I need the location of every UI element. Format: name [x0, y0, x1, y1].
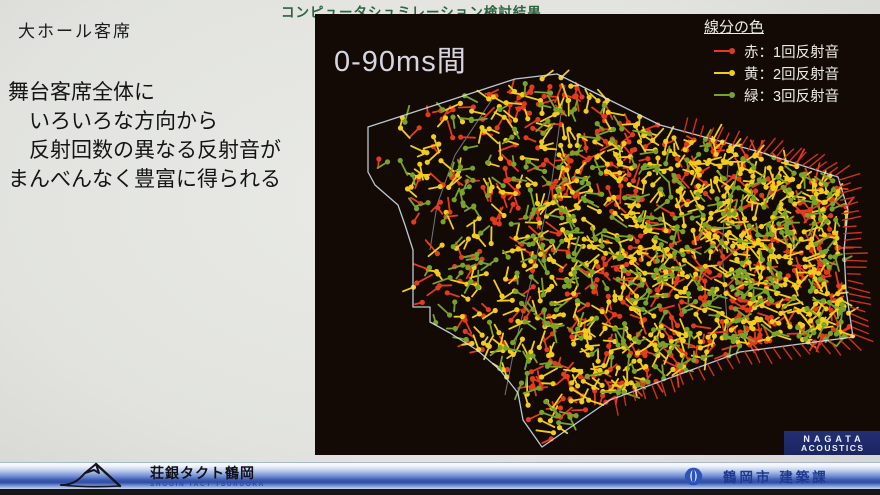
simulation-panel: 0-90ms間 線分の色 赤：1回反射音 黄：2回反射音	[315, 14, 880, 455]
legend-title: 線分の色	[704, 16, 870, 37]
legend-label-green: 緑：3回反射音	[744, 85, 839, 106]
nagata-logo-line2: ACOUSTICS	[799, 444, 864, 453]
yellow-arrow-icon	[712, 68, 738, 78]
legend-label-red: 赤：1回反射音	[744, 41, 839, 62]
city-department-label: 鶴岡市 建築課	[723, 466, 829, 486]
venue-logo-texts: 荘銀タクト鶴岡 SHOGIN TACT TSURUOKA	[150, 461, 265, 489]
paragraph-line-1: 舞台客席全体に	[8, 78, 281, 107]
slide-background: コンピュータシュミレーション検討結果 大ホール客席 舞台客席全体に いろいろな方…	[0, 0, 880, 495]
time-window-label: 0-90ms間	[334, 38, 467, 80]
paragraph-line-4: まんべんなく豊富に得られる	[8, 165, 281, 194]
venue-name: 荘銀タクト鶴岡	[150, 466, 265, 481]
description-paragraph: 舞台客席全体に いろいろな方向から 反射回数の異なる反射音が まんべんなく豊富に…	[8, 78, 281, 194]
legend-item-red: 赤：1回反射音	[698, 40, 870, 62]
nagata-acoustics-logo: NAGATA ACOUSTICS	[784, 431, 880, 455]
green-arrow-icon	[712, 90, 738, 100]
venue-logo: 荘銀タクト鶴岡 SHOGIN TACT TSURUOKA	[58, 461, 265, 491]
venue-name-roman: SHOGIN TACT TSURUOKA	[150, 481, 265, 489]
nagata-logo-line1: NAGATA	[799, 434, 864, 444]
legend-item-green: 緑：3回反射音	[698, 84, 870, 106]
photo-bottom-edge	[0, 489, 880, 495]
paragraph-line-2: いろいろな方向から	[8, 107, 281, 136]
hall-section-label: 大ホール客席	[18, 17, 132, 42]
paragraph-line-3: 反射回数の異なる反射音が	[8, 136, 281, 165]
legend-item-yellow: 黄：2回反射音	[698, 62, 870, 84]
mountain-logo-icon	[58, 461, 146, 491]
footer-bar: 荘銀タクト鶴岡 SHOGIN TACT TSURUOKA 鶴岡市 建築課	[0, 462, 880, 490]
city-emblem-icon	[684, 467, 703, 486]
legend-label-yellow: 黄：2回反射音	[744, 63, 839, 84]
legend: 線分の色 赤：1回反射音 黄：2回反射音	[698, 16, 870, 106]
city-credit: 鶴岡市 建築課	[684, 466, 829, 486]
red-arrow-icon	[712, 46, 738, 56]
